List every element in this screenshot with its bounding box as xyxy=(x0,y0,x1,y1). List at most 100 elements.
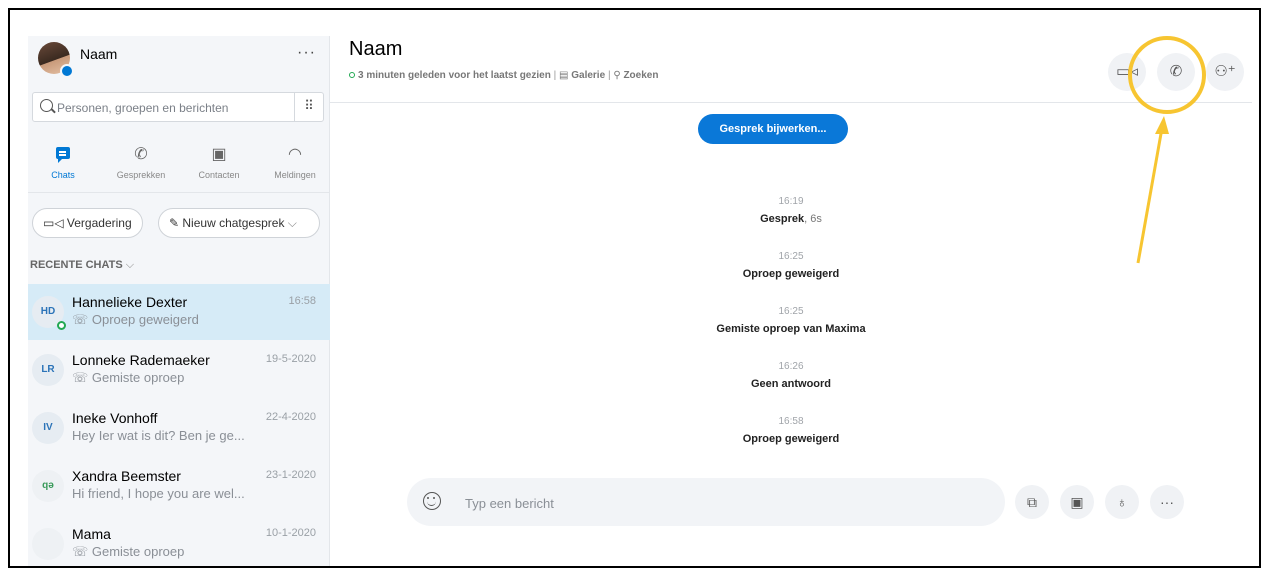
avatar: HD xyxy=(32,296,66,330)
screenshot-frame: Naam ··· ⠿ Chats ✆ Gesprekken ▣ xyxy=(8,8,1261,568)
more-options-button[interactable]: ··· xyxy=(1150,485,1184,519)
tab-chats[interactable]: Chats xyxy=(28,136,98,192)
new-chat-button[interactable]: ✎ Nieuw chatgesprek ⌵ xyxy=(158,208,320,238)
status-indicator-icon xyxy=(60,64,74,78)
tab-notifications[interactable]: ◠ Meldingen xyxy=(260,136,330,192)
chevron-down-icon: ⌵ xyxy=(125,259,135,271)
message-input[interactable] xyxy=(463,478,987,528)
tab-calls[interactable]: ✆ Gesprekken xyxy=(106,136,176,192)
chat-date: 16:58 xyxy=(288,295,316,307)
nav-tabs: Chats ✆ Gesprekken ▣ Contacten ◠ Melding… xyxy=(28,136,330,193)
last-seen-text: 3 minuten geleden voor het laatst gezien xyxy=(358,70,551,81)
event-duration: , 6s xyxy=(804,213,822,225)
avatar: IV xyxy=(32,412,64,444)
phone-icon: ✆ xyxy=(1169,63,1183,80)
event-text: Gemiste oproep van Maxima xyxy=(716,323,866,335)
chat-bubble-icon xyxy=(28,144,98,170)
online-status-icon xyxy=(57,321,66,330)
chat-name: Ineke Vonhoff xyxy=(72,410,158,426)
chat-item-ineke-vonhoff[interactable]: IV Ineke Vonhoff 22-4-2020 Hey Ier wat i… xyxy=(28,400,330,456)
event-text: Oproep geweigerd xyxy=(742,268,840,280)
recent-chats-label: RECENTE CHATS xyxy=(30,259,123,271)
avatar[interactable] xyxy=(38,42,74,78)
chat-name: Lonneke Rademaeker xyxy=(72,352,210,368)
image-icon: ⧉ xyxy=(1027,494,1037,510)
edit-icon: ✎ xyxy=(169,216,183,230)
avatar: qə xyxy=(32,470,64,502)
event-time: 16:26 xyxy=(778,361,804,372)
video-call-button[interactable]: ▭◃ xyxy=(1108,53,1146,91)
search-icon xyxy=(40,99,53,112)
tab-label: Chats xyxy=(51,170,75,180)
meeting-label: Vergadering xyxy=(66,216,132,230)
call-event: 16:19 Gesprek, 6s xyxy=(330,196,1252,225)
event-time: 16:58 xyxy=(778,416,804,427)
audio-call-button[interactable]: ✆ xyxy=(1157,53,1195,91)
chat-preview: ☏ Gemiste oproep xyxy=(72,544,185,559)
more-icon: ··· xyxy=(1160,494,1174,510)
presence-icon xyxy=(349,72,355,79)
event-time: 16:25 xyxy=(778,306,804,317)
chat-item-xandra-beemster[interactable]: qə Xandra Beemster 23-1-2020 Hi friend, … xyxy=(28,458,330,514)
gallery-icon: ▤ xyxy=(559,70,572,81)
event-time: 16:19 xyxy=(778,196,804,207)
call-event: 16:58 Oproep geweigerd xyxy=(330,416,1252,445)
chat-name: Hannelieke Dexter xyxy=(72,294,188,310)
search-input[interactable] xyxy=(55,93,299,123)
chat-date: 19-5-2020 xyxy=(265,353,316,365)
chat-date: 10-1-2020 xyxy=(265,527,316,539)
chat-preview: Hey Ier wat is dit? Ben je ge... xyxy=(72,428,245,443)
chat-preview: Hi friend, I hope you are wel... xyxy=(72,486,245,501)
call-event: 16:25 Oproep geweigerd xyxy=(330,251,1252,280)
add-person-icon: ⚇⁺ xyxy=(1214,63,1236,80)
update-call-button[interactable]: Gesprek bijwerken... xyxy=(698,114,848,144)
voice-message-button[interactable]: ♁ xyxy=(1105,485,1139,519)
microphone-icon: ♁ xyxy=(1116,494,1128,510)
contact-card-icon: ▣ xyxy=(211,146,227,163)
emoji-icon[interactable] xyxy=(423,492,441,510)
event-text: Oproep geweigerd xyxy=(742,433,840,445)
more-options-button[interactable]: ··· xyxy=(297,44,316,62)
event-text: Gesprek, 6s xyxy=(760,213,822,225)
conversation-subtitle: 3 minuten geleden voor het laatst gezien… xyxy=(349,70,658,81)
header-divider xyxy=(330,102,1252,103)
tab-label: Gesprekken xyxy=(116,170,166,180)
chat-item-mama[interactable]: Mama 10-1-2020 ☏ Gemiste oproep xyxy=(28,516,330,566)
sidebar: Naam ··· ⠿ Chats ✆ Gesprekken ▣ xyxy=(28,36,330,566)
avatar: LR xyxy=(32,354,64,386)
chat-date: 23-1-2020 xyxy=(265,469,316,481)
search-link[interactable]: Zoeken xyxy=(623,70,658,81)
chat-item-hannelieke-dexter[interactable]: HD Hannelieke Dexter 16:58 ☏ Oproep gewe… xyxy=(28,284,330,340)
call-event: 16:26 Geen antwoord xyxy=(330,361,1252,390)
call-event: 16:25 Gemiste oproep van Maxima xyxy=(330,306,1252,335)
skype-window: Naam ··· ⠿ Chats ✆ Gesprekken ▣ xyxy=(28,36,1252,566)
video-camera-icon: ▭◁ xyxy=(43,216,67,230)
chat-preview: ☏ Gemiste oproep xyxy=(72,370,185,385)
tab-label: Contacten xyxy=(198,170,240,180)
tab-contacts[interactable]: ▣ Contacten xyxy=(184,136,254,192)
chat-name: Xandra Beemster xyxy=(72,468,181,484)
gallery-link[interactable]: Galerie xyxy=(571,70,605,81)
avatar xyxy=(32,528,64,560)
profile-name[interactable]: Naam xyxy=(80,46,117,62)
bell-icon: ◠ xyxy=(288,146,302,163)
chat-item-lonneke-rademaeker[interactable]: LR Lonneke Rademaeker 19-5-2020 ☏ Gemist… xyxy=(28,342,330,398)
chat-preview: ☏ Oproep geweigerd xyxy=(72,312,199,327)
chevron-down-icon[interactable]: ⌵ xyxy=(288,216,297,230)
contact-card-button[interactable]: ▣ xyxy=(1060,485,1094,519)
search-box: ⠿ xyxy=(32,92,324,123)
meeting-button[interactable]: ▭◁ Vergadering xyxy=(32,208,143,238)
media-gallery-button[interactable]: ⧉ xyxy=(1015,485,1049,519)
conversation-pane: Naam 3 minuten geleden voor het laatst g… xyxy=(330,36,1252,566)
recent-chats-header[interactable]: RECENTE CHATS ⌵ xyxy=(30,259,134,272)
new-chat-label: Nieuw chatgesprek xyxy=(182,216,285,230)
event-text: Geen antwoord xyxy=(750,378,832,390)
add-people-button[interactable]: ⚇⁺ xyxy=(1206,53,1244,91)
profile-header: Naam ··· xyxy=(38,42,328,88)
event-time: 16:25 xyxy=(778,251,804,262)
contact-card-icon: ▣ xyxy=(1070,494,1084,510)
chat-name: Mama xyxy=(72,526,111,542)
chat-date: 22-4-2020 xyxy=(265,411,316,423)
dialpad-icon[interactable]: ⠿ xyxy=(294,93,323,121)
conversation-title[interactable]: Naam xyxy=(349,38,402,61)
